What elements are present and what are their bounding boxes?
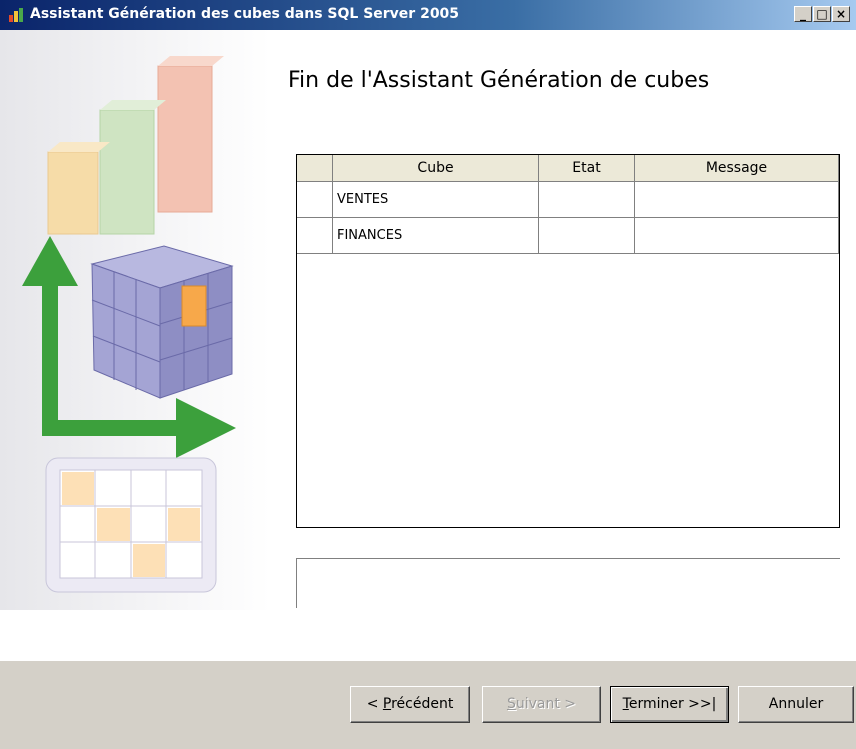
maximize-button[interactable]: □ (813, 6, 831, 22)
cube-illustration (90, 245, 234, 399)
previous-button[interactable]: < Précédent (350, 686, 470, 723)
previous-button-prefix: < (366, 696, 383, 712)
cube-name-cell: FINANCES (333, 218, 539, 254)
table-header: Cube Etat Message (297, 155, 839, 182)
page-title: Fin de l'Assistant Génération de cubes (288, 68, 710, 93)
finish-button-label: erminer >>| (628, 696, 717, 712)
next-button[interactable]: Suivant > (482, 686, 601, 723)
message-area (296, 558, 840, 608)
grid-table-illustration (45, 457, 217, 593)
message-cell (635, 182, 839, 218)
column-header-cube[interactable]: Cube (333, 155, 539, 182)
minimize-button[interactable]: _ (794, 6, 812, 22)
column-header-message[interactable]: Message (635, 155, 839, 182)
next-button-label: uivant > (515, 696, 577, 712)
finish-button[interactable]: Terminer >>| (610, 686, 729, 723)
close-button[interactable]: × (832, 6, 850, 22)
wizard-side-illustration (0, 30, 270, 610)
cancel-button[interactable]: Annuler (738, 686, 854, 723)
previous-button-mnemonic: P (382, 696, 392, 712)
state-cell (539, 218, 635, 254)
next-button-mnemonic: S (506, 696, 516, 712)
wizard-app-icon (9, 8, 23, 22)
row-selector[interactable] (297, 218, 333, 254)
row-selector[interactable] (297, 182, 333, 218)
window-title: Assistant Génération des cubes dans SQL … (30, 6, 460, 22)
cube-name-cell: VENTES (333, 182, 539, 218)
column-header-etat[interactable]: Etat (539, 155, 635, 182)
state-cell (539, 182, 635, 218)
table-row[interactable]: FINANCES (297, 218, 839, 254)
column-header-selector (297, 155, 333, 182)
title-bar: Assistant Génération des cubes dans SQL … (0, 0, 856, 30)
previous-button-label: récédent (391, 696, 454, 712)
table-row[interactable]: VENTES (297, 182, 839, 218)
message-cell (635, 218, 839, 254)
cube-status-table: Cube Etat Message VENTES FINANCES (296, 154, 840, 528)
